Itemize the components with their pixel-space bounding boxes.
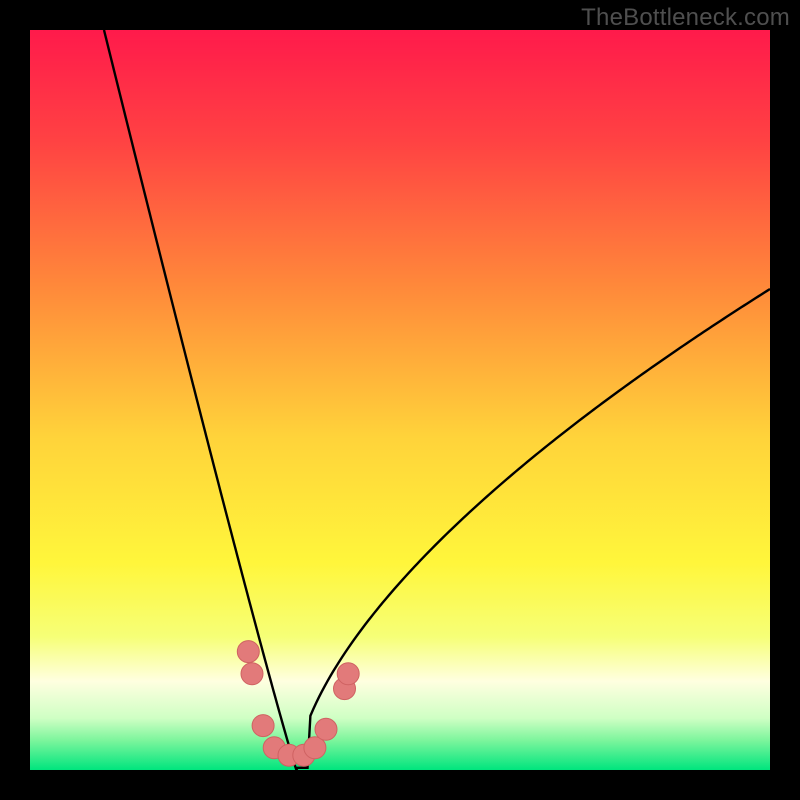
- data-marker: [337, 663, 359, 685]
- data-marker: [241, 663, 263, 685]
- data-marker: [252, 715, 274, 737]
- chart-plot: [30, 30, 770, 770]
- data-marker: [315, 718, 337, 740]
- watermark-text: TheBottleneck.com: [581, 4, 790, 32]
- chart-frame: TheBottleneck.com: [0, 0, 800, 800]
- chart-background: [30, 30, 770, 770]
- data-marker: [237, 641, 259, 663]
